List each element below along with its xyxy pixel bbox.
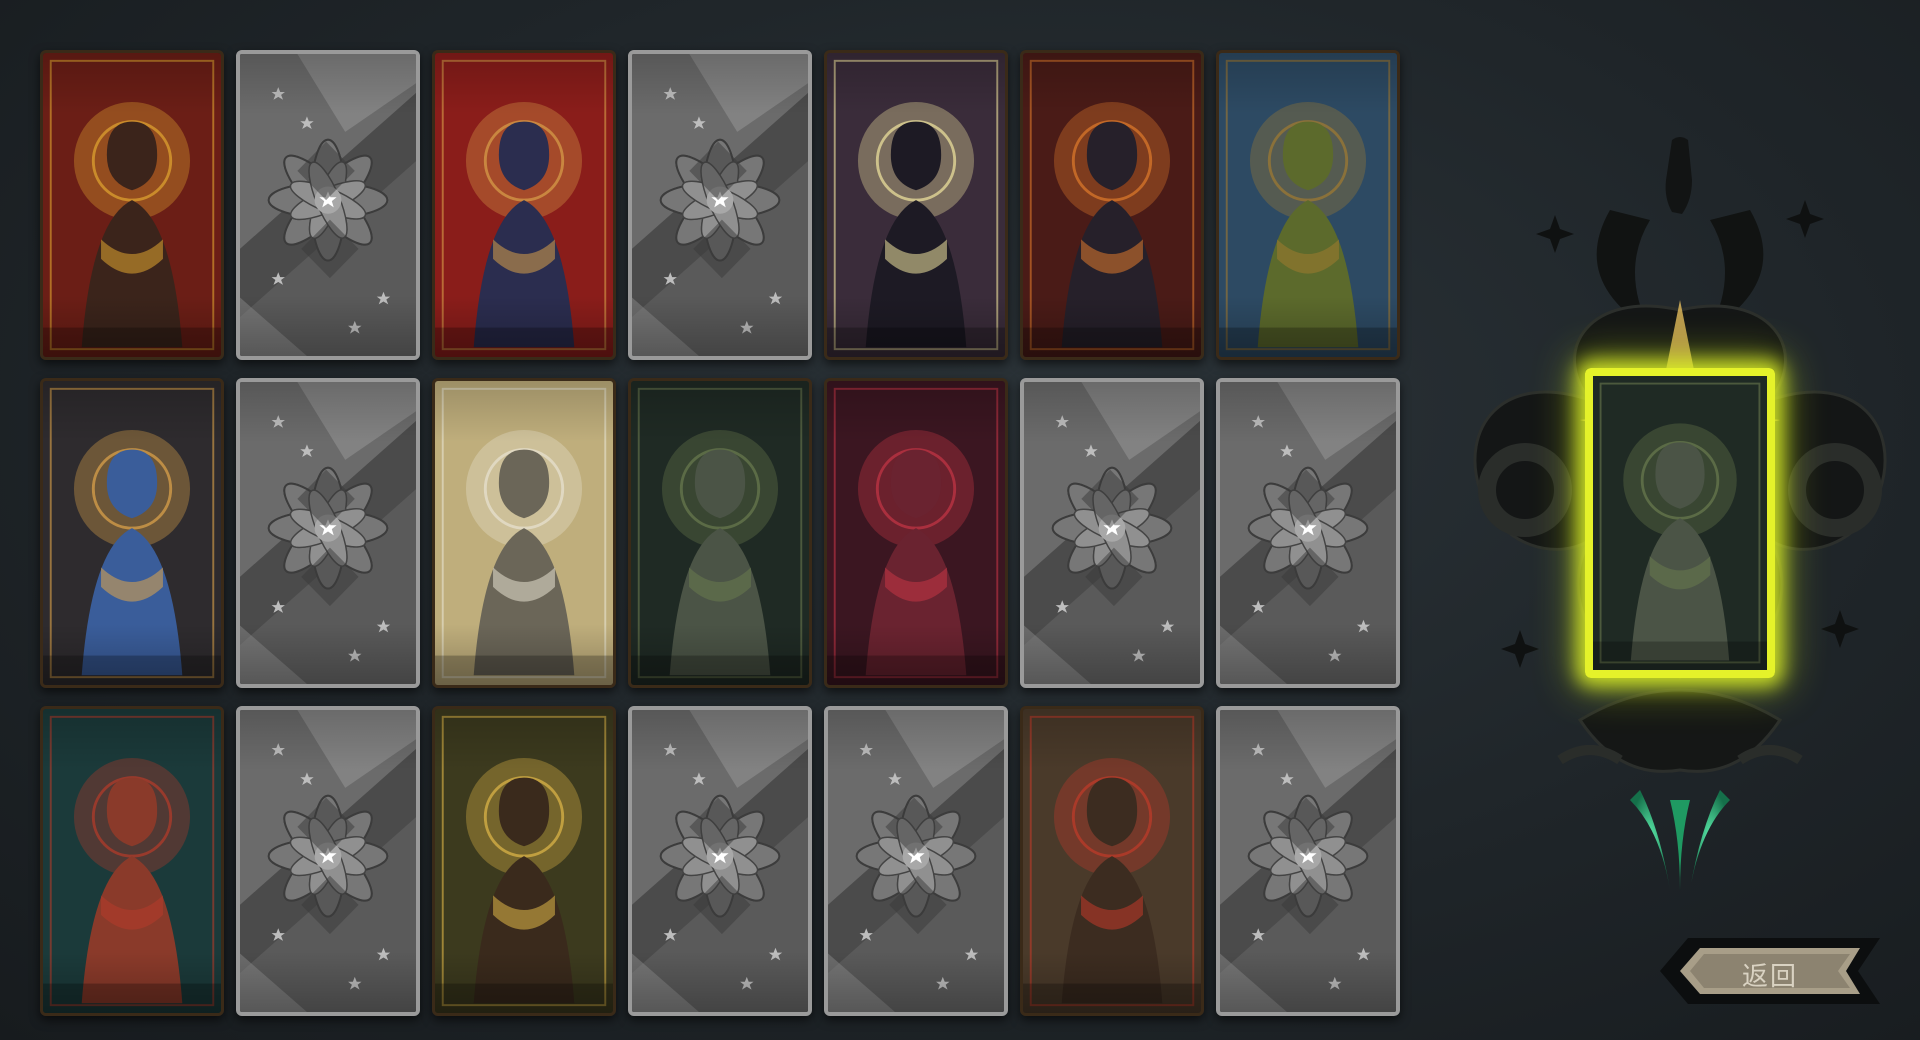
sparkle-icon <box>1501 630 1539 668</box>
hand-icon <box>1665 137 1692 214</box>
sparkle-icon <box>1536 215 1574 253</box>
card-tower[interactable] <box>824 50 1008 360</box>
sparkle-icon <box>1786 200 1824 238</box>
card-locked[interactable] <box>628 706 812 1016</box>
card-hanged[interactable] <box>432 378 616 688</box>
card-wheel[interactable] <box>432 50 616 360</box>
sparkle-icon <box>1821 610 1859 648</box>
card-locked[interactable] <box>824 706 1008 1016</box>
card-locked[interactable] <box>1216 706 1400 1016</box>
green-glow-emblem <box>1630 790 1730 890</box>
card-locked[interactable] <box>236 706 420 1016</box>
card-blue-shaman[interactable] <box>40 378 224 688</box>
back-button-label: 返回 <box>1741 961 1798 991</box>
card-locked[interactable] <box>1216 378 1400 688</box>
card-four-faces[interactable] <box>1216 50 1400 360</box>
card-grid <box>40 50 1400 1016</box>
card-reaper[interactable] <box>628 378 812 688</box>
card-king[interactable] <box>40 50 224 360</box>
card-archer[interactable] <box>432 706 616 1016</box>
back-button[interactable]: 返回 <box>1660 938 1880 1004</box>
selected-card-slot[interactable] <box>1585 368 1775 678</box>
card-chariot[interactable] <box>1020 706 1204 1016</box>
card-locked[interactable] <box>1020 378 1204 688</box>
card-locked[interactable] <box>628 50 812 360</box>
card-demon[interactable] <box>824 378 1008 688</box>
card-sun-warrior[interactable] <box>1020 50 1204 360</box>
card-locked[interactable] <box>236 378 420 688</box>
game-screen: 返回 <box>0 0 1920 1040</box>
card-bird-dancer[interactable] <box>40 706 224 1016</box>
card-locked[interactable] <box>236 50 420 360</box>
